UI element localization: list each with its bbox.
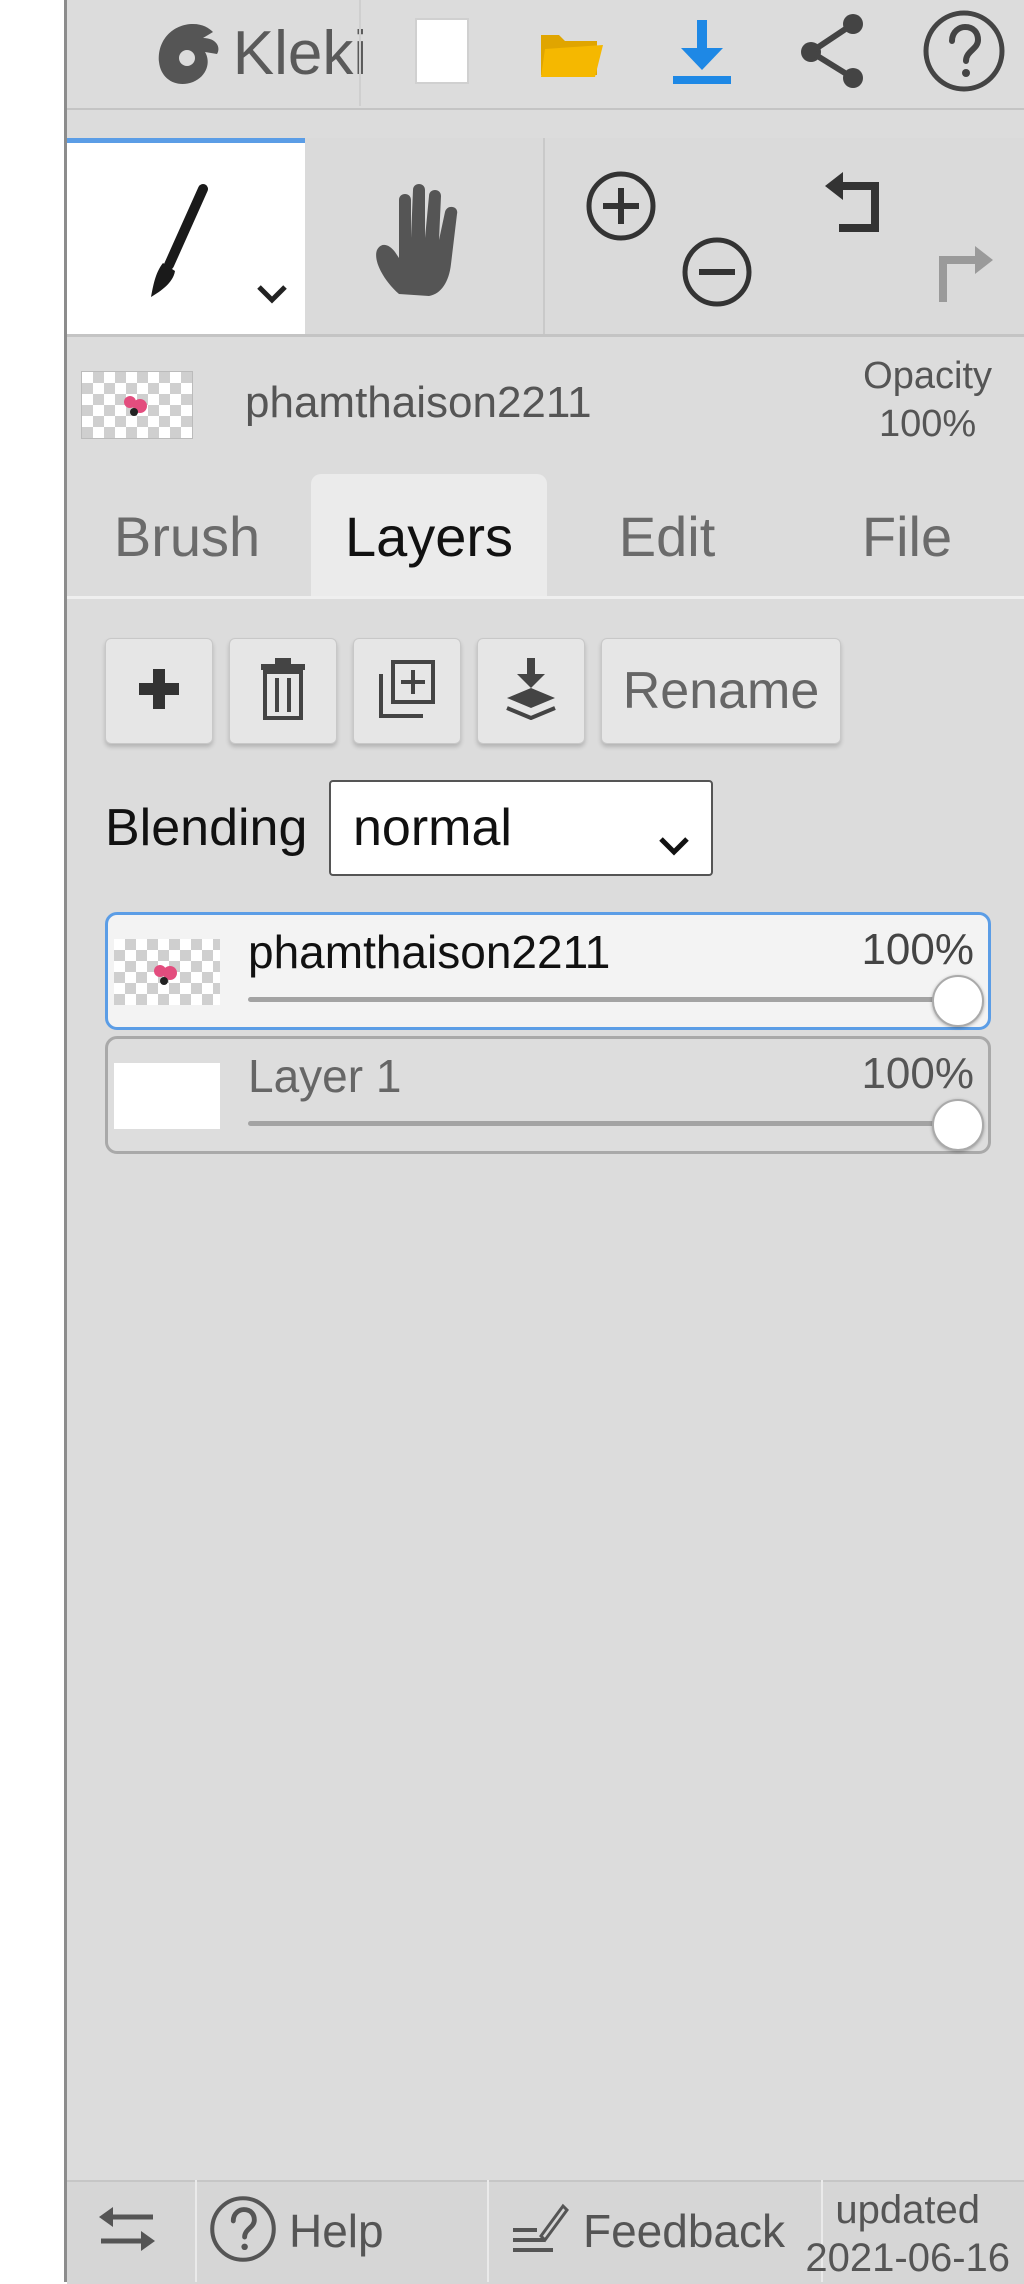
layer-thumbnail — [114, 939, 220, 1005]
merge-down-icon — [503, 657, 559, 725]
blending-label: Blending — [105, 799, 308, 857]
blending-select[interactable]: normal — [329, 780, 713, 876]
tab-edit[interactable]: Edit — [547, 474, 787, 598]
opacity-label: Opacity — [863, 355, 992, 397]
zoom-out-icon[interactable] — [681, 236, 753, 313]
hand-tool-icon — [369, 178, 473, 305]
layer-name: Layer 1 — [248, 1050, 402, 1102]
feedback-label: Feedback — [583, 2205, 786, 2257]
swap-arrows-icon — [95, 2201, 159, 2262]
updated-label: updated — [835, 2188, 980, 2232]
share-button[interactable] — [777, 0, 887, 106]
help-button[interactable] — [909, 0, 1019, 106]
tab-layers[interactable]: Layers — [311, 474, 547, 598]
open-folder-icon — [537, 21, 607, 86]
chevron-down-icon — [657, 810, 691, 870]
updated-date: 2021-06-16 — [805, 2236, 1010, 2280]
layer-opacity-value: 100% — [861, 925, 974, 974]
opacity-value: 100% — [878, 403, 977, 445]
add-layer-button[interactable] — [105, 638, 213, 744]
duplicate-layer-button[interactable] — [353, 638, 461, 744]
app-name: Kleki — [232, 18, 368, 88]
feedback-button[interactable]: Feedback — [511, 2180, 811, 2282]
blending-value: normal — [353, 799, 512, 857]
tab-file[interactable]: File — [787, 474, 1024, 598]
chevron-down-icon[interactable] — [255, 283, 289, 310]
feedback-icon — [511, 2200, 569, 2263]
tab-brush[interactable]: Brush — [67, 474, 307, 598]
download-button[interactable] — [647, 0, 757, 106]
open-image-button[interactable] — [517, 0, 627, 106]
rename-layer-button[interactable]: Rename — [601, 638, 841, 744]
layer-opacity-value: 100% — [861, 1049, 974, 1098]
share-icon — [797, 12, 867, 95]
duplicate-layer-icon — [379, 659, 435, 723]
layer-opacity-slider[interactable] — [248, 997, 958, 1002]
layer-thumbnail — [114, 1063, 220, 1129]
layer-name: phamthaison2211 — [248, 926, 611, 978]
help-label: Help — [289, 2205, 384, 2257]
delete-layer-button[interactable] — [229, 638, 337, 744]
brush-tool-icon — [133, 183, 213, 318]
undo-icon[interactable] — [817, 168, 895, 249]
help-icon — [209, 2195, 277, 2268]
new-image-button[interactable] — [387, 0, 497, 106]
logo-button[interactable]: Kleki — [87, 0, 427, 106]
current-layer-opacity: Opacity 100% — [863, 352, 992, 448]
zoom-in-icon[interactable] — [585, 170, 657, 247]
current-layer-name: phamthaison2211 — [245, 378, 592, 427]
hand-tool-button[interactable] — [305, 138, 545, 334]
layer-row[interactable]: Layer 1 100% — [105, 1036, 991, 1154]
merge-down-button[interactable] — [477, 638, 585, 744]
help-icon — [922, 9, 1006, 98]
download-icon — [669, 16, 735, 91]
new-image-icon — [414, 17, 470, 90]
top-toolbar: Kleki — [67, 0, 1024, 110]
layer-opacity-slider-handle[interactable] — [932, 1099, 984, 1151]
delete-layer-icon — [259, 657, 307, 725]
brush-tool-button[interactable] — [67, 138, 305, 334]
side-panel: Kleki phamthaison2211 Opacity 100% Brush… — [64, 0, 1024, 2284]
add-layer-icon — [137, 667, 181, 716]
layer-opacity-slider-handle[interactable] — [932, 975, 984, 1027]
help-footer-button[interactable]: Help — [209, 2180, 479, 2282]
last-updated: updated 2021-06-16 — [805, 2186, 1010, 2282]
layer-row[interactable]: phamthaison2211 100% — [105, 912, 991, 1030]
toggle-side-button[interactable] — [95, 2180, 175, 2282]
kleki-logo-icon — [147, 12, 229, 94]
current-layer-thumbnail — [81, 371, 193, 439]
redo-icon[interactable] — [923, 232, 1001, 313]
layer-opacity-slider[interactable] — [248, 1121, 958, 1126]
